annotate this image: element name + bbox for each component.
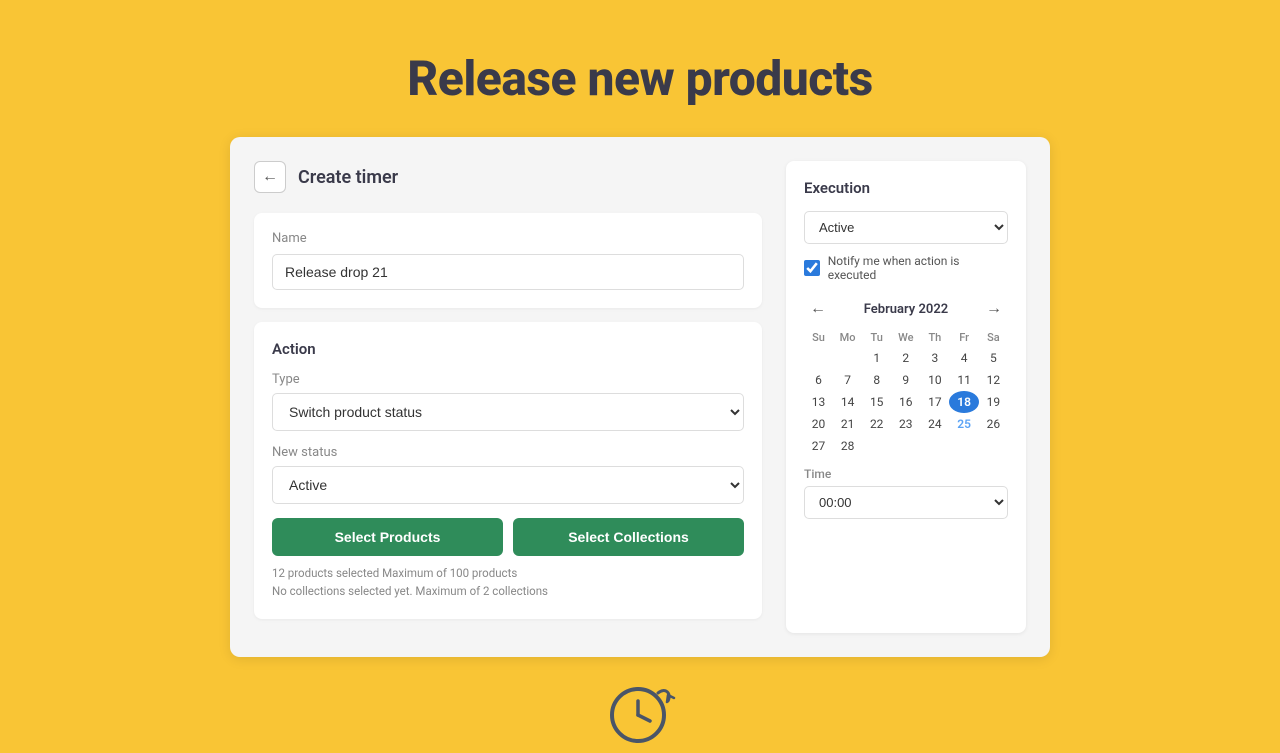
cal-day-cell (920, 435, 949, 457)
back-button[interactable]: ← (254, 161, 286, 193)
cal-week-row: 2728 (804, 435, 1008, 457)
cal-day-cell (833, 347, 862, 369)
cal-day-cell (804, 347, 833, 369)
clock-icon-wrapper (600, 673, 680, 753)
cal-day-cell[interactable]: 3 (920, 347, 949, 369)
cal-day-we: We (891, 328, 920, 347)
select-products-button[interactable]: Select Products (272, 518, 503, 556)
notify-checkbox[interactable] (804, 260, 820, 276)
execution-title: Execution (804, 179, 1008, 197)
main-card: ← Create timer Name Action Type Switch p… (230, 137, 1050, 657)
time-select[interactable]: 00:00 01:00 12:00 (804, 486, 1008, 519)
right-panel: Execution Active Paused Notify me when a… (786, 161, 1026, 633)
cal-day-cell[interactable]: 7 (833, 369, 862, 391)
cal-day-cell (891, 435, 920, 457)
cal-day-mo: Mo (833, 328, 862, 347)
type-field-group: Type Switch product status Activate prod… (272, 372, 744, 431)
cal-month-label: February 2022 (864, 302, 948, 317)
cal-prev-button[interactable]: ← (804, 298, 832, 320)
products-hint: 12 products selected Maximum of 100 prod… (272, 564, 744, 601)
name-label: Name (272, 231, 744, 246)
name-input[interactable] (272, 254, 744, 290)
clock-icon (600, 673, 680, 753)
cal-day-cell[interactable]: 14 (833, 391, 862, 413)
status-select[interactable]: Active Draft (272, 466, 744, 504)
collections-hint-text: No collections selected yet. Maximum of … (272, 582, 744, 600)
cal-day-cell[interactable]: 9 (891, 369, 920, 391)
left-panel: ← Create timer Name Action Type Switch p… (254, 161, 786, 633)
select-collections-button[interactable]: Select Collections (513, 518, 744, 556)
cal-day-cell[interactable]: 1 (862, 347, 891, 369)
cal-day-cell[interactable]: 27 (804, 435, 833, 457)
card-header: ← Create timer (254, 161, 762, 193)
notify-row: Notify me when action is executed (804, 254, 1008, 282)
cal-day-cell (979, 435, 1008, 457)
cal-week-row: 6789101112 (804, 369, 1008, 391)
cal-day-cell[interactable]: 18 (949, 391, 978, 413)
cal-day-cell[interactable]: 8 (862, 369, 891, 391)
cal-day-cell[interactable]: 4 (949, 347, 978, 369)
cal-day-tu: Tu (862, 328, 891, 347)
cal-day-cell[interactable]: 10 (920, 369, 949, 391)
cal-day-cell[interactable]: 21 (833, 413, 862, 435)
cal-day-cell (862, 435, 891, 457)
type-label: Type (272, 372, 744, 387)
execution-status-select[interactable]: Active Paused (804, 211, 1008, 244)
products-hint-text: 12 products selected Maximum of 100 prod… (272, 564, 744, 582)
calendar-grid: Su Mo Tu We Th Fr Sa 1234567891011121314… (804, 328, 1008, 457)
cal-day-cell[interactable]: 23 (891, 413, 920, 435)
cal-week-row: 20212223242526 (804, 413, 1008, 435)
name-section: Name (254, 213, 762, 308)
action-buttons: Select Products Select Collections (272, 518, 744, 556)
notify-label: Notify me when action is executed (828, 254, 1008, 282)
cal-day-cell[interactable]: 16 (891, 391, 920, 413)
cal-day-cell[interactable]: 24 (920, 413, 949, 435)
cal-day-cell[interactable]: 28 (833, 435, 862, 457)
time-label: Time (804, 467, 1008, 481)
cal-day-cell[interactable]: 13 (804, 391, 833, 413)
cal-day-cell[interactable]: 17 (920, 391, 949, 413)
cal-day-cell[interactable]: 11 (949, 369, 978, 391)
status-label: New status (272, 445, 744, 460)
cal-day-cell (949, 435, 978, 457)
cal-day-cell[interactable]: 6 (804, 369, 833, 391)
cal-days-row: Su Mo Tu We Th Fr Sa (804, 328, 1008, 347)
cal-day-fr: Fr (949, 328, 978, 347)
cal-day-cell[interactable]: 26 (979, 413, 1008, 435)
cal-day-su: Su (804, 328, 833, 347)
status-field-group: New status Active Draft (272, 445, 744, 504)
type-select[interactable]: Switch product status Activate product D… (272, 393, 744, 431)
cal-week-row: 12345 (804, 347, 1008, 369)
cal-day-cell[interactable]: 5 (979, 347, 1008, 369)
cal-day-cell[interactable]: 22 (862, 413, 891, 435)
action-section: Action Type Switch product status Activa… (254, 322, 762, 619)
page-title: Release new products (407, 50, 873, 107)
cal-day-cell[interactable]: 19 (979, 391, 1008, 413)
cal-day-cell[interactable]: 20 (804, 413, 833, 435)
action-title: Action (272, 340, 744, 358)
cal-next-button[interactable]: → (980, 298, 1008, 320)
cal-week-row: 13141516171819 (804, 391, 1008, 413)
calendar-header: ← February 2022 → (804, 298, 1008, 320)
cal-day-th: Th (920, 328, 949, 347)
cal-day-cell[interactable]: 15 (862, 391, 891, 413)
calendar-body: 1234567891011121314151617181920212223242… (804, 347, 1008, 457)
cal-day-cell[interactable]: 2 (891, 347, 920, 369)
cal-day-cell[interactable]: 25 (949, 413, 978, 435)
cal-day-cell[interactable]: 12 (979, 369, 1008, 391)
cal-day-sa: Sa (979, 328, 1008, 347)
card-title: Create timer (298, 167, 398, 188)
